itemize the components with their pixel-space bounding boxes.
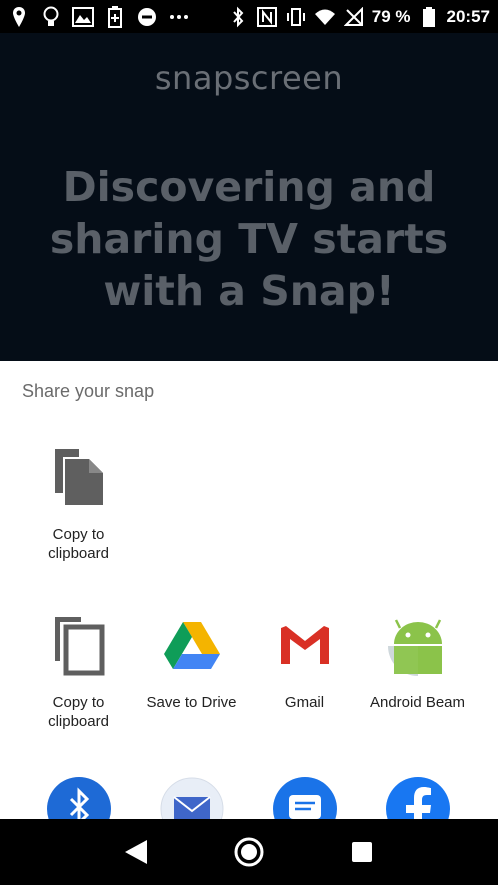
app-save-to-drive[interactable]: Save to Drive [135, 613, 248, 712]
nfc-icon [256, 6, 278, 28]
lightbulb-icon [40, 6, 62, 28]
app-logo: snapscreen [154, 59, 344, 97]
app-label: Android Beam [369, 694, 466, 711]
bluetooth-icon [227, 6, 249, 28]
app-facebook[interactable] [361, 777, 474, 819]
google-drive-icon [160, 613, 224, 677]
app-label: Gmail [284, 694, 325, 711]
email-icon [160, 777, 224, 819]
wifi-icon [314, 6, 336, 28]
bluetooth-icon [46, 777, 111, 819]
facebook-icon [385, 777, 450, 819]
copy-icon [47, 445, 111, 509]
app-email[interactable] [135, 777, 248, 819]
app-label: Copy to clipboard [48, 526, 109, 562]
share-sheet-title: Share your snap [22, 381, 155, 401]
do-not-disturb-icon [136, 6, 158, 28]
location-icon [8, 6, 30, 28]
gallery-icon [72, 6, 94, 28]
app-gmail[interactable]: Gmail [248, 613, 361, 712]
share-sheet: Share your snap Copy to clipboard Copy t… [0, 361, 498, 819]
recents-icon[interactable] [342, 832, 382, 872]
app-copy-clipboard[interactable]: Copy to clipboard [22, 613, 135, 731]
android-beam-icon [386, 613, 450, 677]
headline: Discovering and sharing TV starts with a… [49, 163, 449, 315]
battery-percent: 79 % [371, 6, 411, 26]
direct-target-copy-clipboard[interactable]: Copy to clipboard [22, 445, 135, 563]
messages-icon [272, 777, 337, 819]
home-icon[interactable] [229, 832, 269, 872]
copy-icon [47, 613, 111, 677]
more-icon [168, 6, 190, 28]
status-bar: 79 % 20:57 [0, 0, 498, 33]
navigation-bar [0, 819, 498, 885]
app-android-beam[interactable]: Android Beam [361, 613, 474, 712]
app-bluetooth[interactable] [22, 777, 135, 819]
clock: 20:57 [446, 6, 490, 26]
battery-icon [418, 6, 440, 28]
gmail-icon [273, 613, 337, 677]
vibrate-icon [285, 6, 307, 28]
app-background: snapscreen Discovering and sharing TV st… [0, 33, 498, 361]
no-signal-icon [343, 6, 365, 28]
app-label: Copy to clipboard [48, 694, 109, 730]
app-label: Save to Drive [146, 694, 237, 711]
battery-saver-icon [104, 5, 126, 28]
app-messages[interactable] [248, 777, 361, 819]
back-icon[interactable] [116, 832, 156, 872]
